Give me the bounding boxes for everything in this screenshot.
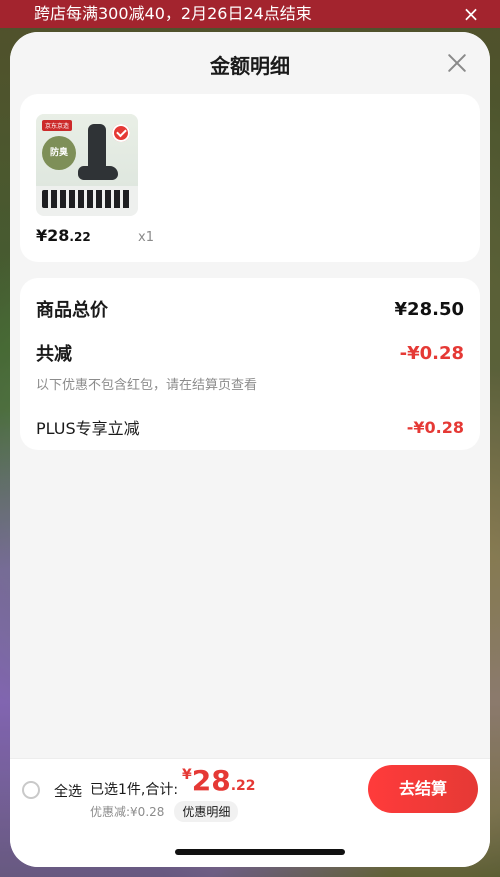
selected-summary: 已选1件,合计: xyxy=(90,782,179,798)
bottom-action-bar: 全选 已选1件,合计: ¥28.22 优惠减:¥0.28 优惠明细 去结算 xyxy=(10,758,490,867)
total-price: ¥28.22 xyxy=(182,767,256,795)
product-quantity: x1 xyxy=(138,230,154,245)
checkmark-icon xyxy=(112,124,130,142)
sock-foot xyxy=(78,166,118,180)
promo-banner: 跨店每满300减40，2月26日24点结束 × xyxy=(0,0,500,28)
price-main: ¥28 xyxy=(36,226,70,245)
summary-card: 商品总价 ¥28.50 共减 -¥0.28 以下优惠不包含红包，请在结算页查看 … xyxy=(20,278,480,450)
discount-row: 共减 -¥0.28 xyxy=(36,340,464,366)
total-label: 商品总价 xyxy=(36,300,108,321)
promo-close-button[interactable]: × xyxy=(460,3,482,25)
total-value: ¥28.50 xyxy=(394,298,464,320)
sheet-header: 金额明细 xyxy=(10,32,490,94)
discount-amount-text: 优惠减:¥0.28 xyxy=(90,805,165,819)
product-card: 京东京造 防臭 ¥28.22 x1 xyxy=(20,94,480,262)
amount-details-sheet: 金额明细 京东京造 防臭 ¥28.22 x1 商品总价 ¥28.50 共减 -¥… xyxy=(10,32,490,867)
close-icon: × xyxy=(462,2,480,26)
total-cents: .22 xyxy=(230,778,256,794)
select-all-radio[interactable] xyxy=(22,781,40,799)
discount-note: 以下优惠不包含红包，请在结算页查看 xyxy=(36,378,258,393)
discount-label: 共减 xyxy=(36,344,72,365)
product-price: ¥28.22 xyxy=(36,226,91,245)
sock-row xyxy=(42,190,132,208)
home-indicator xyxy=(175,849,345,855)
checkout-button[interactable]: 去结算 xyxy=(368,765,478,813)
discount-detail-chip[interactable]: 优惠明细 xyxy=(174,801,239,822)
product-image: 京东京造 防臭 xyxy=(36,114,138,216)
discount-line: 优惠减:¥0.28 优惠明细 xyxy=(90,801,239,822)
close-button[interactable] xyxy=(442,48,472,78)
plus-discount-label: PLUS专享立减 xyxy=(36,419,140,438)
sock-leg xyxy=(88,124,106,172)
price-cents: .22 xyxy=(69,230,91,244)
select-all-label[interactable]: 全选 xyxy=(54,781,82,801)
total-currency: ¥ xyxy=(182,767,192,783)
plus-discount-row: PLUS专享立减 -¥0.28 xyxy=(36,415,464,439)
total-row: 商品总价 ¥28.50 xyxy=(36,296,464,322)
product-price-row: ¥28.22 x1 xyxy=(36,226,154,245)
feature-badge: 防臭 xyxy=(42,136,76,170)
sheet-title: 金额明细 xyxy=(210,54,290,78)
discount-value: -¥0.28 xyxy=(399,342,464,364)
brand-label: 京东京造 xyxy=(42,120,73,131)
total-int: 28 xyxy=(191,764,231,797)
promo-text: 跨店每满300减40，2月26日24点结束 xyxy=(34,4,312,23)
plus-discount-value: -¥0.28 xyxy=(406,417,464,437)
